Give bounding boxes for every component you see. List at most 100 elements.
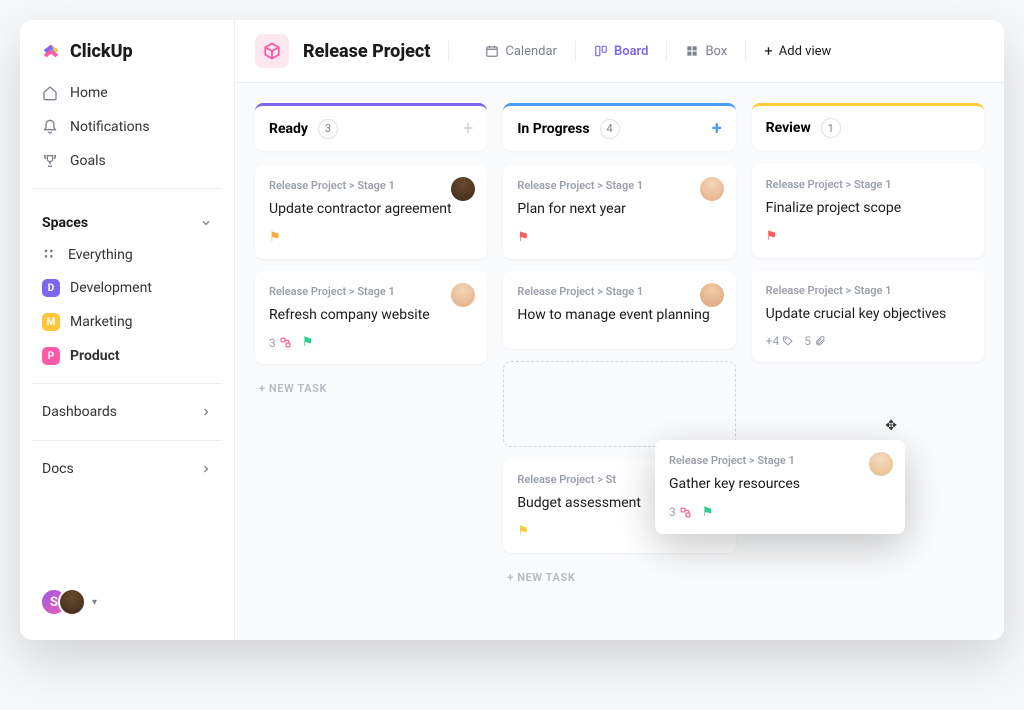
card-title: Finalize project scope [766,199,970,219]
drop-zone[interactable] [503,361,735,447]
box-icon [685,44,699,58]
column-ready: Ready 3 + Release Project > Stage 1 Upda… [255,103,487,640]
nav-goals[interactable]: Goals [32,144,222,178]
add-card-button[interactable]: + [463,118,473,139]
task-card[interactable]: Release Project > Stage 1 How to manage … [503,271,735,350]
sidebar-item-marketing[interactable]: M Marketing [32,305,222,339]
sidebar-item-everything[interactable]: Everything [32,239,222,271]
calendar-icon [485,44,499,58]
divider [32,188,222,189]
tab-label: Calendar [505,44,557,59]
nav-goals-label: Goals [70,153,106,169]
card-breadcrumb: Release Project > Stage 1 [766,284,970,297]
task-card[interactable]: Release Project > Stage 1 Finalize proje… [752,164,984,258]
nav-home-label: Home [70,85,108,101]
card-breadcrumb: Release Project > Stage 1 [766,178,970,191]
column-count: 3 [318,119,338,139]
separator [666,41,667,61]
spaces-header-label: Spaces [42,215,88,231]
tab-label: Box [705,44,727,59]
caret-down-icon: ▾ [92,597,97,608]
column-header: Ready 3 + [255,103,487,151]
add-card-button[interactable]: + [712,118,722,139]
task-card[interactable]: Release Project > Stage 1 Refresh compan… [255,271,487,365]
chevron-down-icon [200,217,212,229]
card-breadcrumb: Release Project > Stage 1 [269,285,473,298]
new-task-button[interactable]: + NEW TASK [255,376,487,401]
card-title: Gather key resources [669,475,891,495]
nav-docs[interactable]: Docs [32,451,222,487]
main-content: Release Project Calendar Board Box [235,20,1004,640]
sidebar-item-product[interactable]: P Product [32,339,222,373]
move-cursor-icon: ✥ [885,418,897,434]
tab-box[interactable]: Box [675,38,737,65]
assignee-avatar [451,283,475,307]
nav-dashboards[interactable]: Dashboards [32,394,222,430]
card-breadcrumb: Release Project > Stage 1 [517,179,721,192]
column-review: Review 1 Release Project > Stage 1 Final… [752,103,984,640]
separator [575,41,576,61]
attachment-icon [814,335,826,347]
sidebar-item-development[interactable]: D Development [32,271,222,305]
tag-icon [782,335,794,347]
tab-label: Add view [779,44,832,59]
divider [32,440,222,441]
trophy-icon [42,153,58,169]
flag-icon: ⚑ [517,524,529,539]
flag-icon: ⚑ [517,230,529,245]
card-breadcrumb: Release Project > Stage 1 [669,454,891,467]
topbar: Release Project Calendar Board Box [235,20,1004,83]
new-task-button[interactable]: + NEW TASK [503,565,735,590]
subtask-count: 3 [269,336,292,350]
tab-add-view[interactable]: + Add view [754,36,841,66]
nav-docs-label: Docs [42,461,74,477]
task-card[interactable]: Release Project > Stage 1 Plan for next … [503,165,735,259]
column-count: 1 [821,118,841,138]
card-breadcrumb: Release Project > Stage 1 [517,285,721,298]
card-breadcrumb: Release Project > Stage 1 [269,179,473,192]
attachment-count: 5 [804,334,826,348]
kanban-board: Ready 3 + Release Project > Stage 1 Upda… [235,83,1004,640]
grid-dots-icon [42,247,58,263]
project-icon [255,34,289,68]
dragging-task-card[interactable]: ✥ Release Project > Stage 1 Gather key r… [655,440,905,534]
separator [448,41,449,61]
subtask-icon [679,506,692,519]
column-title: Review [766,120,811,136]
card-title: How to manage event planning [517,306,721,326]
column-title: In Progress [517,121,589,137]
brand-logo[interactable]: ClickUp [32,36,222,76]
card-title: Update crucial key objectives [766,305,970,325]
flag-icon: ⚑ [302,335,314,350]
separator [745,41,746,61]
project-title: Release Project [303,41,430,62]
divider [32,383,222,384]
task-card[interactable]: Release Project > Stage 1 Update crucial… [752,270,984,363]
card-title: Refresh company website [269,306,473,326]
user-menu[interactable]: S ▾ [32,580,222,624]
avatar-stack: S [40,588,86,616]
home-icon [42,85,58,101]
nav-notifications-label: Notifications [70,119,150,135]
column-title: Ready [269,121,308,137]
assignee-avatar [700,177,724,201]
column-in-progress: In Progress 4 + Release Project > Stage … [503,103,735,640]
sidebar: ClickUp Home Notifications Goals Spaces … [20,20,235,640]
assignee-avatar [869,452,893,476]
sidebar-item-label: Marketing [70,314,133,330]
tab-board[interactable]: Board [584,38,658,65]
task-card[interactable]: Release Project > Stage 1 Update contrac… [255,165,487,259]
flag-icon: ⚑ [702,505,714,520]
subtask-icon [279,336,292,349]
space-badge: M [42,313,60,331]
nav-notifications[interactable]: Notifications [32,110,222,144]
column-header: Review 1 [752,103,984,150]
app-window: ClickUp Home Notifications Goals Spaces … [20,20,1004,640]
assignee-avatar [700,283,724,307]
tab-calendar[interactable]: Calendar [475,38,567,65]
sidebar-item-label: Everything [68,247,133,263]
nav-home[interactable]: Home [32,76,222,110]
spaces-header[interactable]: Spaces [32,199,222,239]
plus-icon: + [764,42,773,60]
cube-icon [262,41,282,61]
